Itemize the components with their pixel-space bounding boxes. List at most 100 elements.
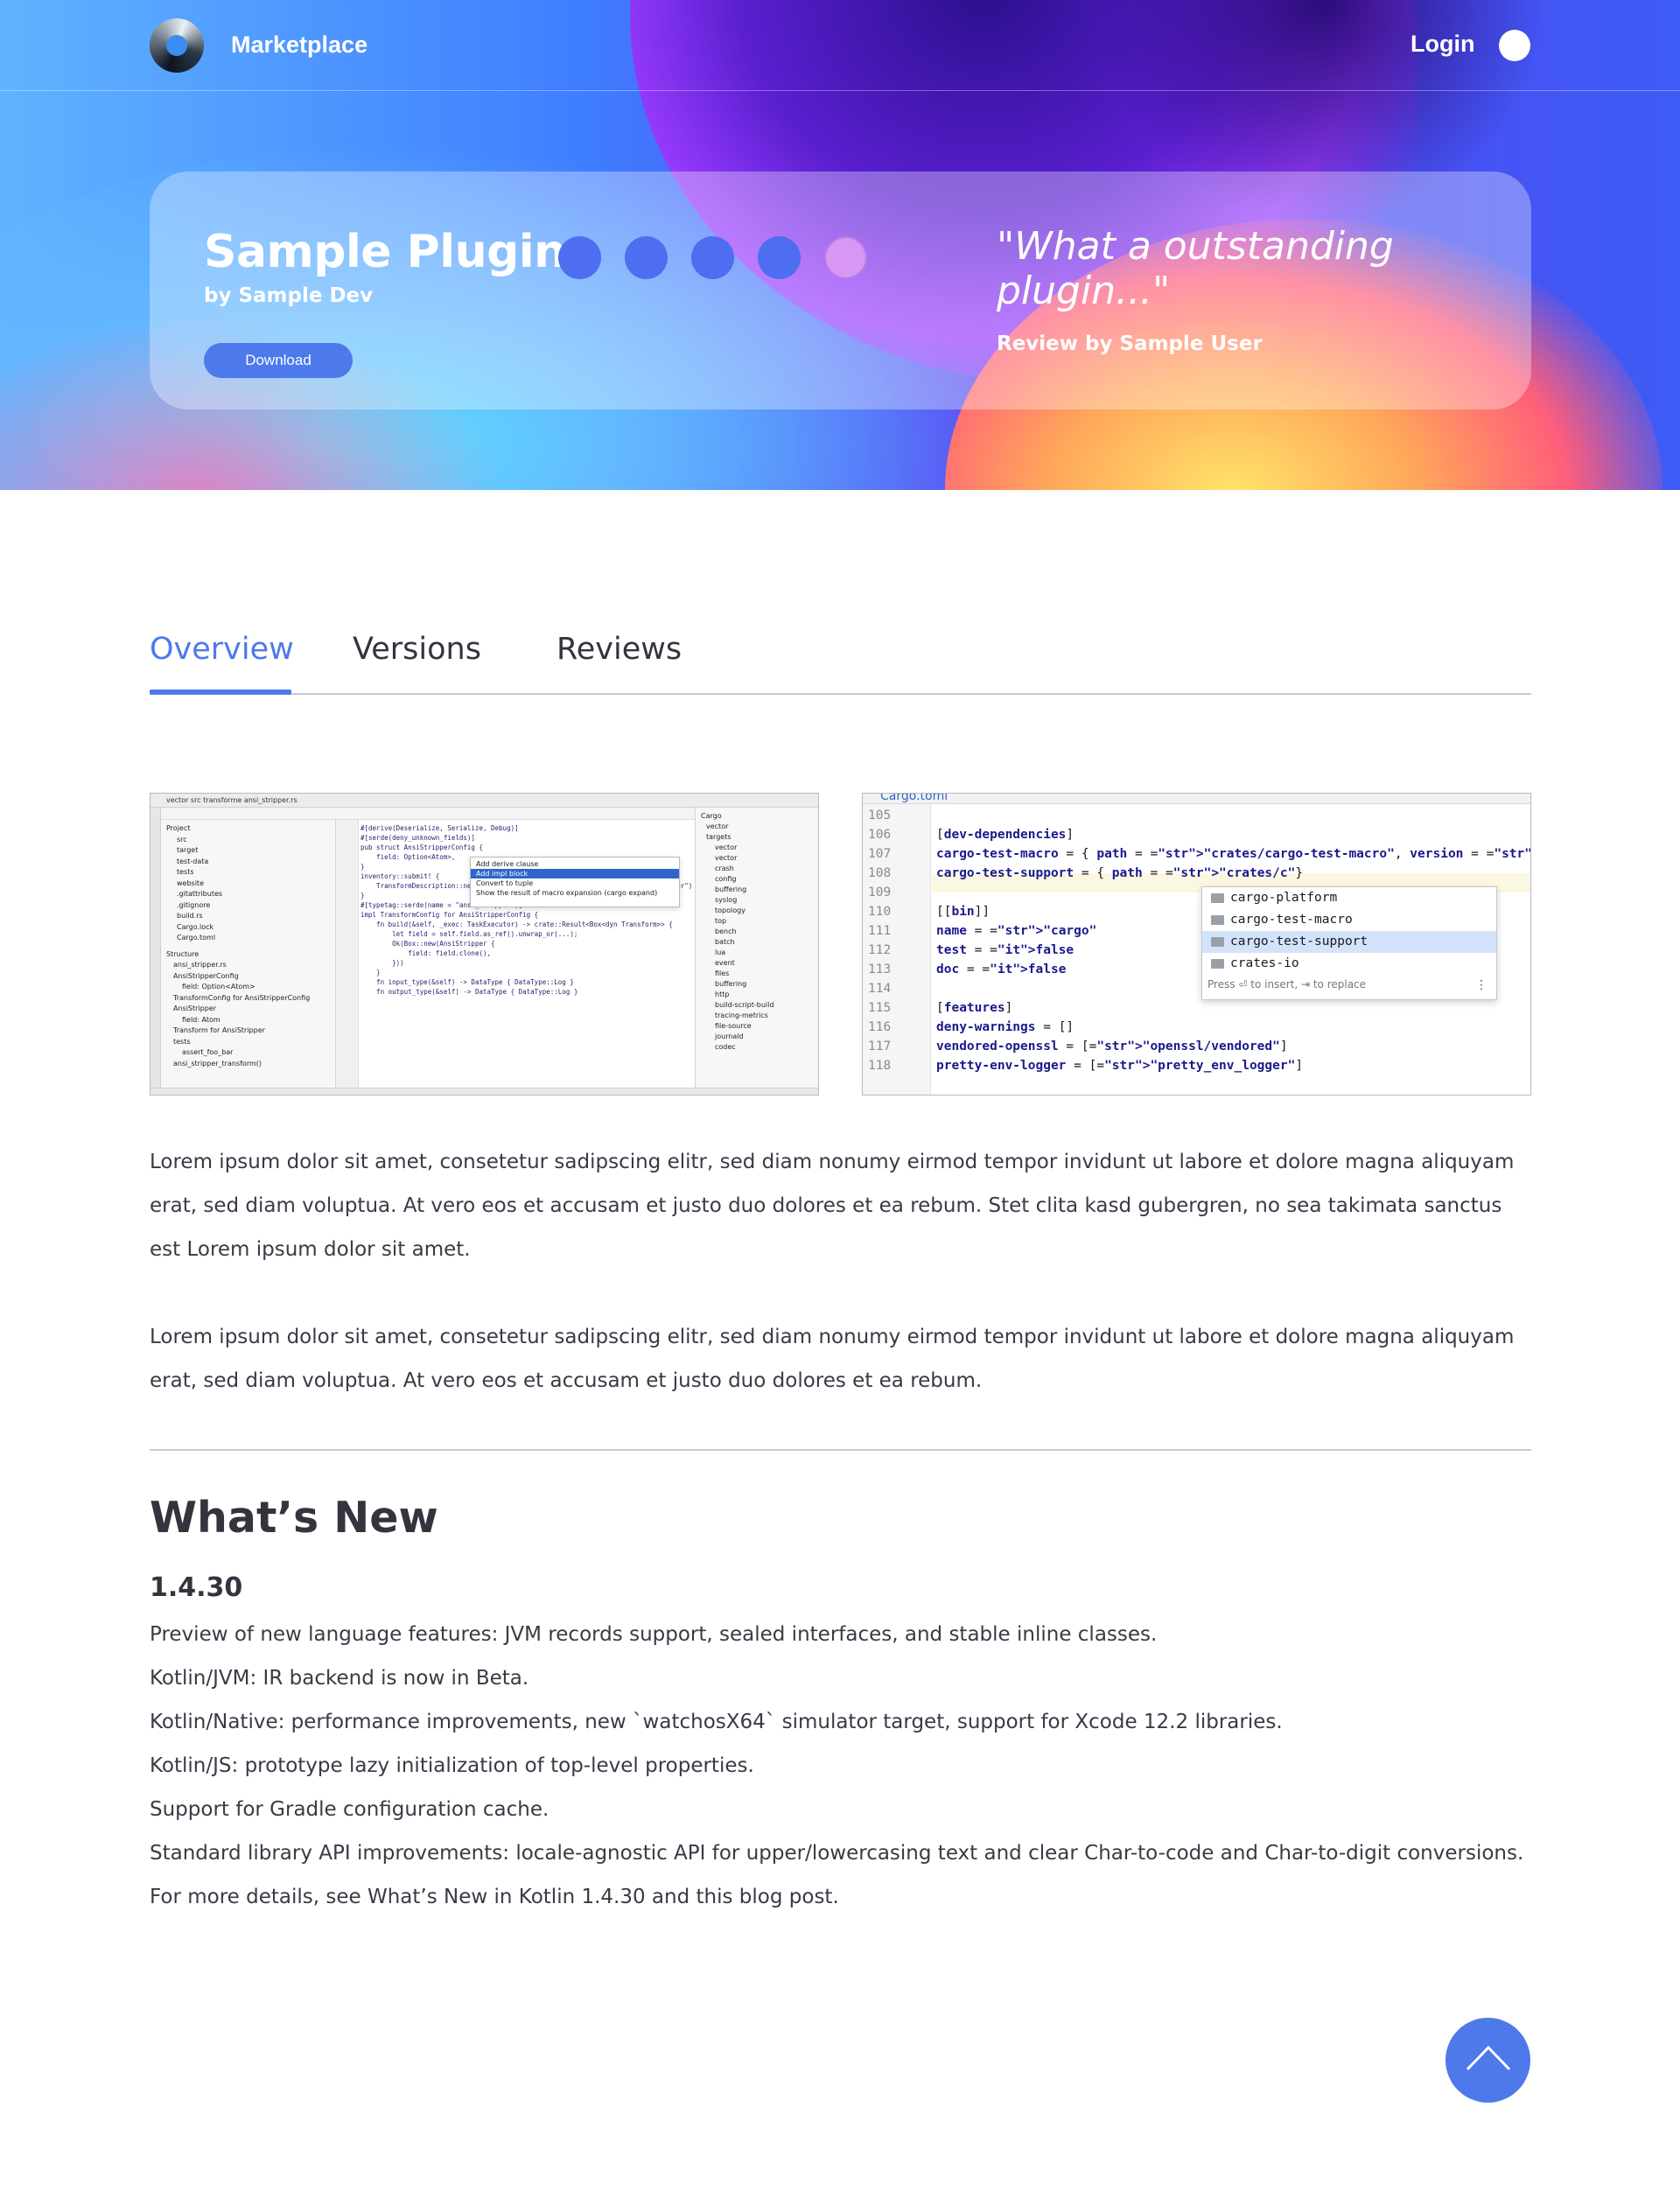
marketplace-logo-icon[interactable] [150, 18, 204, 73]
project-tree-item: Project [166, 824, 191, 832]
project-tree-item: test-data [177, 857, 209, 865]
section-divider [150, 1449, 1531, 1451]
review-author: Review by Sample User [997, 332, 1263, 355]
code-line: [dev-dependencies] [936, 828, 1074, 842]
structure-item: AnsiStripper [173, 1004, 217, 1012]
release-note-item: Kotlin/JVM: IR backend is now in Beta. [150, 1667, 529, 1690]
ide-cargo-panel: Cargo vector targets vector vector crash confi… [695, 808, 818, 1089]
project-tree-item: .gitattributes [177, 890, 223, 898]
code-line: #[serde(deny_unknown_fields)] [360, 834, 475, 842]
release-note-item: Support for Gradle configuration cache. [150, 1798, 550, 1821]
project-tree-item: Cargo.lock [177, 922, 214, 931]
completion-item[interactable]: cargo-test-support [1202, 931, 1496, 953]
project-tree-item: tests [177, 868, 194, 876]
description-paragraph: Lorem ipsum dolor sit amet, consetetur s… [150, 1151, 1515, 1261]
code-line: pub struct AnsiStripperConfig { [360, 844, 483, 851]
code-line: [features] [936, 1001, 1013, 1015]
ide-code-editor: #[derive(Deserialize, Serialize, Debug)]… [360, 823, 693, 997]
structure-item: ansi_stripper_transform() [173, 1059, 262, 1068]
rating-dot-filled [691, 236, 734, 279]
screenshot-cargo-editor[interactable]: Cargo.toml 105 106 [dev-dependencies] 107 ca… [862, 793, 1531, 1096]
ide-breadcrumb: vector src transforme ansi_stripper.rs [150, 794, 818, 808]
structure-item: Transform for AnsiStripper [173, 1026, 265, 1034]
line-number: 114 [868, 982, 892, 996]
release-note-item: Preview of new language features: JVM re… [150, 1623, 1158, 1646]
top-navigation-bar: Marketplace Login [0, 0, 1680, 91]
line-number: 107 [868, 847, 892, 861]
cargo-tree-item: files [715, 970, 730, 977]
ide-status-bar [150, 1088, 818, 1095]
rating-dot-filled [558, 236, 601, 279]
structure-item: AnsiStripperConfig [173, 971, 239, 980]
rating-dot-filled [625, 236, 668, 279]
code-line: name = ="str">"cargo" [936, 924, 1097, 938]
line-number: 117 [868, 1040, 892, 1054]
structure-item: Structure [166, 949, 200, 958]
code-line: impl TransformConfig for AnsiStripperCon… [360, 911, 539, 919]
user-avatar-icon[interactable] [1499, 30, 1530, 61]
release-note-item: For more details, see What’s New in Kotl… [150, 1886, 839, 1908]
ide-gutter [336, 820, 359, 1089]
completion-item[interactable]: cargo-test-macro [1202, 909, 1496, 931]
editor-tab-label: Cargo.toml [880, 793, 948, 803]
cargo-tree-item: Cargo [701, 812, 722, 820]
code-line: doc = ="it">false [936, 962, 1067, 976]
structure-item: field: Atom [182, 1015, 220, 1024]
code-line: pretty-env-logger = [="str">"pretty_env_… [936, 1059, 1304, 1073]
project-tree-item: target [177, 846, 199, 854]
brand-link[interactable]: Marketplace [231, 32, 368, 59]
code-line: vendored-openssl = [="str">"openssl/vend… [936, 1040, 1288, 1054]
code-line: test = ="it">false [936, 943, 1074, 957]
ide-context-popup: Add derive clause Add impl block Convert t… [470, 857, 680, 907]
ide-project-tree: Project src target test-data tests website .gi… [161, 820, 336, 1089]
screenshot-ide[interactable]: vector src transforme ansi_stripper.rs P… [150, 793, 819, 1096]
completion-item[interactable]: cargo-platform [1202, 887, 1496, 909]
version-heading: 1.4.30 [150, 1572, 243, 1603]
plugin-author[interactable]: by Sample Dev [204, 284, 373, 307]
ide-sidebar [150, 808, 161, 1089]
chevron-up-icon [1466, 2045, 1511, 2071]
line-number: 111 [868, 924, 892, 938]
description-paragraph: Lorem ipsum dolor sit amet, consetetur s… [150, 1326, 1515, 1392]
code-line: deny-warnings = [] [936, 1020, 1074, 1034]
code-line: fn output_type(&self) -> DataType { Data… [360, 988, 578, 996]
code-line: let field = self.field.as_ref().unwrap_o… [360, 930, 578, 938]
tab-overview[interactable]: Overview [150, 632, 294, 667]
line-number: 116 [868, 1020, 892, 1034]
cargo-tree-item: event [715, 959, 735, 967]
cargo-tree-item: targets [706, 833, 732, 841]
project-tree-item: website [177, 878, 204, 887]
release-note-item: Standard library API improvements: local… [150, 1842, 1524, 1865]
login-link[interactable]: Login [1410, 31, 1474, 58]
context-menu-item: Show the result of macro expansion (carg… [476, 889, 658, 897]
completion-item[interactable]: crates-io [1202, 953, 1496, 975]
scroll-to-top-button[interactable] [1446, 2018, 1530, 2103]
structure-item: ansi_stripper.rs [173, 961, 227, 969]
tab-reviews[interactable]: Reviews [556, 632, 682, 667]
code-line: fn build(&self, _exec: TaskExecutor) -> … [360, 920, 673, 928]
cargo-tree-item: batch [715, 938, 735, 946]
whats-new-heading: What’s New [150, 1493, 438, 1543]
release-note-item: Kotlin/Native: performance improvements,… [150, 1711, 1283, 1733]
cargo-tree-item: http [715, 990, 730, 998]
structure-item: field: Option<Atom> [182, 983, 256, 990]
code-line: } [360, 969, 381, 976]
line-number: 105 [868, 808, 892, 822]
structure-item: TransformConfig for AnsiStripperConfig [173, 993, 311, 1002]
code-line: field: field.clone(), [360, 949, 492, 957]
tab-versions[interactable]: Versions [353, 632, 481, 667]
cargo-tree-item: vector [715, 854, 738, 862]
code-line: #[derive(Deserialize, Serialize, Debug)] [360, 824, 519, 832]
cargo-tree-item: bench [715, 928, 737, 935]
cargo-tree-item: lua [715, 948, 726, 956]
release-notes: Preview of new language features: JVM re… [150, 1613, 1531, 1919]
cargo-tree-item: journald [715, 1032, 744, 1040]
code-line: cargo-test-macro = { path = ="str">"crat… [936, 847, 1530, 861]
download-button[interactable]: Download [204, 343, 353, 378]
cargo-tree-item: vector [706, 822, 729, 830]
hero-banner: Marketplace Login Sample Plugin by Sampl… [0, 0, 1680, 490]
rating-dot-empty [824, 236, 867, 279]
code-line: })) [360, 959, 404, 967]
line-number: 115 [868, 1001, 892, 1015]
editor-tab: Cargo.toml [863, 794, 1530, 804]
